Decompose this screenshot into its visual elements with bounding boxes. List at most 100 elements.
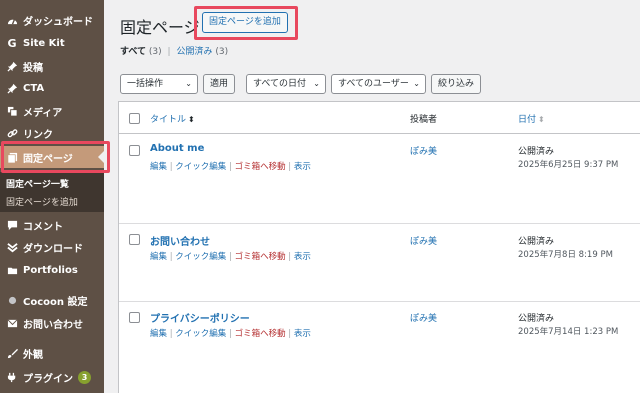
quick-edit-link[interactable]: クイック編集: [175, 329, 226, 339]
user-filter-value: すべてのユーザー: [338, 79, 409, 89]
trash-link[interactable]: ゴミ箱へ移動: [235, 162, 286, 172]
folder-icon: [6, 264, 18, 276]
menu-label: Portfolios: [23, 264, 78, 276]
row-actions: 編集 | クイック編集 | ゴミ箱へ移動 | 表示: [150, 329, 311, 339]
highlight-pages-menu: [1, 141, 110, 173]
post-status: 公開済み: [518, 237, 555, 247]
chevron-down-icon: ⌄: [313, 79, 320, 88]
view-link[interactable]: 表示: [294, 252, 311, 262]
author-link[interactable]: ぽみ美: [410, 234, 437, 247]
menu-item-sitekit[interactable]: G Site Kit: [0, 32, 104, 54]
filter-all-count: (3): [148, 47, 162, 57]
trash-link[interactable]: ゴミ箱へ移動: [235, 329, 286, 339]
column-title[interactable]: タイトル ⬍: [150, 112, 195, 125]
post-date: 2025年7月14日 1:23 PM: [518, 327, 619, 337]
plugin-update-badge: 3: [78, 370, 91, 384]
date-filter-value: すべての日付: [253, 79, 307, 89]
menu-item-dashboard[interactable]: ダッシュボード: [0, 9, 104, 31]
menu-label: メディア: [23, 107, 63, 119]
sort-icon: ⬍: [188, 115, 195, 124]
download-icon: [6, 241, 18, 253]
page-title-link[interactable]: お問い合わせ: [150, 233, 210, 248]
admin-sidebar: ダッシュボード G Site Kit 投稿 CTA メディア リンク 固定ページ…: [0, 0, 104, 393]
submenu-all-pages[interactable]: 固定ページ一覧: [6, 177, 69, 190]
row-actions: 編集 | クイック編集 | ゴミ箱へ移動 | 表示: [150, 162, 311, 172]
user-filter-select[interactable]: すべてのユーザー ⌄: [331, 74, 426, 94]
column-date-label: 日付: [518, 115, 537, 125]
chevron-down-icon: ⌄: [413, 79, 420, 88]
status-filter-links: すべて (3) | 公開済み (3): [120, 44, 228, 57]
trash-link[interactable]: ゴミ箱へ移動: [235, 252, 286, 262]
row-checkbox[interactable]: [129, 312, 140, 323]
menu-item-cta[interactable]: CTA: [0, 77, 104, 99]
menu-item-posts[interactable]: 投稿: [0, 55, 104, 77]
pages-submenu: 固定ページ一覧 固定ページを追加: [0, 172, 104, 212]
table-row: プライバシーポリシー 編集 | クイック編集 | ゴミ箱へ移動 | 表示 ぽみ美…: [119, 302, 640, 393]
post-date: 2025年7月8日 8:19 PM: [518, 250, 613, 260]
pin-icon: [6, 82, 18, 94]
menu-item-plugins[interactable]: プラグイン 3: [0, 366, 104, 388]
menu-label: CTA: [23, 82, 45, 94]
menu-label: Cocoon 設定: [23, 296, 88, 308]
quick-edit-link[interactable]: クイック編集: [175, 252, 226, 262]
circle-icon: [6, 294, 18, 306]
edit-link[interactable]: 編集: [150, 252, 167, 262]
highlight-add-button: [194, 6, 298, 40]
column-date[interactable]: 日付 ⬍: [518, 112, 545, 125]
menu-item-cocoon-settings[interactable]: Cocoon 設定: [0, 289, 104, 311]
quick-edit-link[interactable]: クイック編集: [175, 162, 226, 172]
page-title-link[interactable]: About me: [150, 143, 204, 154]
menu-item-appearance[interactable]: 外観: [0, 342, 104, 364]
bulk-action-value: 一括操作: [127, 79, 164, 89]
filter-separator: |: [167, 47, 171, 57]
submenu-add-page[interactable]: 固定ページを追加: [6, 195, 78, 208]
pin-icon: [6, 60, 18, 72]
pages-table: タイトル ⬍ 投稿者 日付 ⬍ About me 編集 | クイック編集 | ゴミ箱…: [118, 101, 640, 393]
plugin-icon: [6, 371, 18, 383]
menu-label: 外観: [23, 349, 43, 361]
table-row: About me 編集 | クイック編集 | ゴミ箱へ移動 | 表示 ぽみ美 公…: [119, 134, 640, 224]
post-status: 公開済み: [518, 147, 555, 157]
table-header: タイトル ⬍ 投稿者 日付 ⬍: [119, 102, 640, 134]
menu-label: コメント: [23, 221, 63, 233]
sort-icon: ⬍: [538, 115, 545, 124]
menu-label: Site Kit: [23, 37, 65, 49]
menu-item-comments[interactable]: コメント: [0, 214, 104, 236]
menu-item-contact[interactable]: お問い合わせ: [0, 312, 104, 334]
menu-label: リンク: [23, 129, 53, 141]
menu-item-downloads[interactable]: ダウンロード: [0, 236, 104, 258]
filter-published-count: (3): [215, 47, 229, 57]
bulk-action-select[interactable]: 一括操作 ⌄: [120, 74, 198, 94]
table-row: お問い合わせ 編集 | クイック編集 | ゴミ箱へ移動 | 表示 ぽみ美 公開済…: [119, 224, 640, 302]
menu-item-portfolios[interactable]: Portfolios: [0, 259, 104, 281]
menu-item-media[interactable]: メディア: [0, 100, 104, 122]
post-status: 公開済み: [518, 314, 555, 324]
post-date: 2025年6月25日 9:37 PM: [518, 160, 619, 170]
column-author: 投稿者: [410, 115, 438, 125]
mail-icon: [6, 317, 18, 329]
chevron-down-icon: ⌄: [185, 79, 192, 88]
menu-label: ダッシュボード: [23, 16, 93, 28]
edit-link[interactable]: 編集: [150, 329, 167, 339]
row-checkbox[interactable]: [129, 145, 140, 156]
dashboard-icon: [6, 14, 18, 26]
author-link[interactable]: ぽみ美: [410, 311, 437, 324]
author-link[interactable]: ぽみ美: [410, 144, 437, 157]
media-icon: [6, 105, 18, 117]
row-actions: 編集 | クイック編集 | ゴミ箱へ移動 | 表示: [150, 252, 311, 262]
apply-button[interactable]: 適用: [203, 74, 236, 94]
filter-all[interactable]: すべて: [120, 47, 146, 57]
menu-label: ダウンロード: [23, 243, 83, 255]
page-title-link[interactable]: プライバシーポリシー: [150, 310, 250, 325]
view-link[interactable]: 表示: [294, 329, 311, 339]
filter-button[interactable]: 絞り込み: [431, 74, 482, 94]
menu-label: プラグイン: [23, 373, 73, 385]
date-filter-select[interactable]: すべての日付 ⌄: [246, 74, 326, 94]
edit-link[interactable]: 編集: [150, 162, 167, 172]
select-all-checkbox[interactable]: [129, 113, 140, 124]
brush-icon: [6, 347, 18, 359]
row-checkbox[interactable]: [129, 234, 140, 245]
filter-published[interactable]: 公開済み: [176, 47, 212, 57]
view-link[interactable]: 表示: [294, 162, 311, 172]
menu-label: お問い合わせ: [23, 319, 83, 331]
